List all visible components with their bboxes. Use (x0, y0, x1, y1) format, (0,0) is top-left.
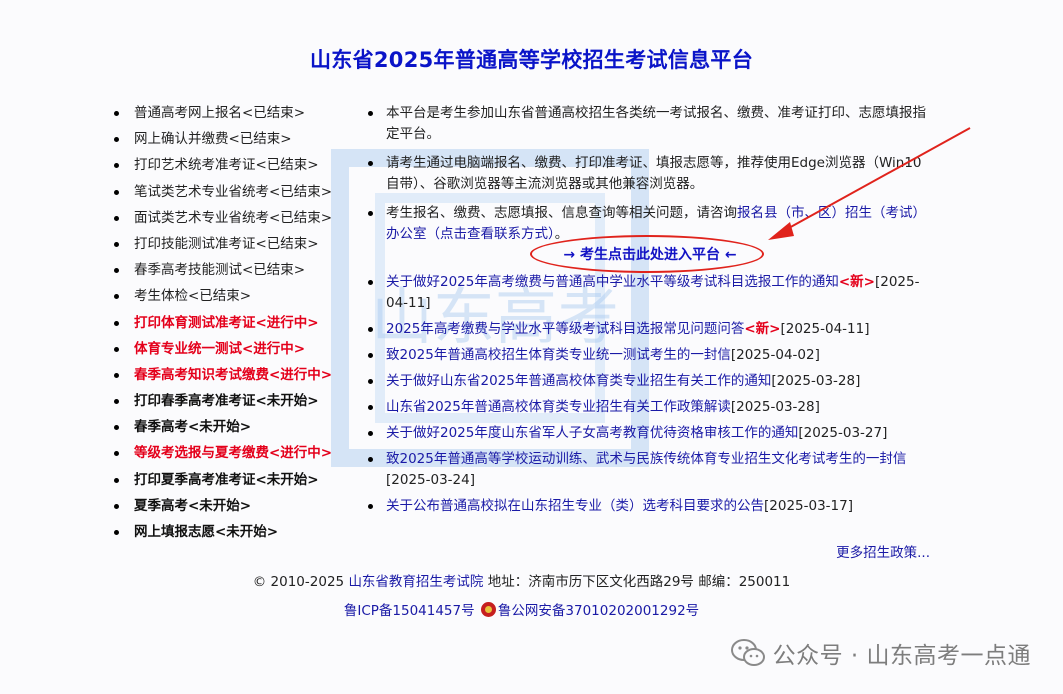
news-item: 关于公布普通高校拟在山东招生专业（类）选考科目要求的公告[2025-03-17] (364, 496, 934, 517)
copyright-text: © 2010-2025 (252, 574, 345, 590)
news-date: [2025-03-24] (386, 472, 475, 488)
process-menu: 普通高考网上报名<已结束> 网上确认并缴费<已结束> 打印艺术统考准考证<已结束> 笔… (112, 103, 362, 548)
police-record-link[interactable]: 鲁公网安备37010202001292号 (498, 603, 699, 619)
news-date: [2025-03-28] (771, 373, 861, 389)
news-item: 关于做好2025年度山东省军人子女高考教育优待资格审核工作的通知[2025-03… (364, 423, 934, 444)
annotation-arrow (768, 127, 971, 240)
news-link[interactable]: 山东省2025年普通高校体育类专业招生有关工作政策解读 (386, 399, 731, 415)
menu-item[interactable]: 打印艺术统考准考证<已结束> (112, 155, 362, 181)
menu-item[interactable]: 考生体检<已结束> (112, 286, 362, 312)
menu-item-label: 网上确认并缴费<已结束> (134, 131, 292, 148)
icp-link[interactable]: 鲁ICP备15041457号 (344, 603, 475, 619)
info-text-3: 考生报名、缴费、志愿填报、信息查询等相关问题，请咨询 (386, 205, 737, 221)
enter-platform-button[interactable]: → 考生点击此处进入平台 ← (540, 238, 760, 270)
menu-item[interactable]: 春季高考技能测试<已结束> (112, 260, 362, 286)
news-link[interactable]: 致2025年普通高等学校运动训练、武术与民族传统体育专业招生文化考试考生的一封信 (386, 451, 906, 467)
menu-item-label: 体育专业统一测试<进行中> (134, 340, 306, 357)
news-link[interactable]: 2025年高考缴费与学业水平等级考试科目选报常见问题问答 (386, 321, 744, 337)
menu-item-label: 普通高考网上报名<已结束> (134, 105, 306, 121)
menu-item[interactable]: 网上确认并缴费<已结束> (112, 129, 362, 155)
menu-item-label: 打印春季高考准考证<未开始> (134, 393, 319, 410)
menu-item[interactable]: 春季高考<未开始> (112, 417, 362, 443)
news-list: 关于做好2025年高考缴费与普通高中学业水平等级考试科目选报工作的通知<新>[2… (364, 272, 934, 522)
menu-item[interactable]: 夏季高考<未开始> (112, 496, 362, 522)
menu-item-label: 打印艺术统考准考证<已结束> (134, 157, 319, 174)
wechat-icon (730, 639, 765, 666)
news-link[interactable]: 关于做好2025年度山东省军人子女高考教育优待资格审核工作的通知 (386, 425, 798, 441)
news-date: [2025-04-11] (780, 321, 870, 337)
menu-item[interactable]: 打印体育测试准考证<进行中> (112, 313, 362, 339)
wechat-watermark: 公众号 · 山东高考一点通 (730, 636, 1031, 670)
news-item: 2025年高考缴费与学业水平等级考试科目选报常见问题问答<新>[2025-04-… (364, 319, 934, 340)
menu-item-label: 打印体育测试准考证<进行中> (134, 314, 319, 331)
menu-item-label: 春季高考知识考试缴费<进行中> (134, 366, 333, 383)
news-item: 致2025年普通高校招生体育类专业统一测试考生的一封信[2025-04-02] (364, 345, 934, 366)
menu-item[interactable]: 春季高考知识考试缴费<进行中> (112, 365, 362, 391)
footer-records: 鲁ICP备15041457号 鲁公网安备37010202001292号 (0, 599, 1043, 619)
menu-item[interactable]: 笔试类艺术专业省统考<已结束> (112, 182, 362, 208)
menu-item[interactable]: 网上填报志愿<未开始> (112, 522, 362, 548)
menu-item-label: 春季高考<未开始> (134, 419, 252, 436)
more-policies-link[interactable]: 更多招生政策... (836, 541, 930, 561)
menu-item-label: 打印技能测试准考证<已结束> (134, 235, 319, 252)
menu-item-label: 网上填报志愿<未开始> (134, 524, 279, 540)
menu-item[interactable]: 打印技能测试准考证<已结束> (112, 234, 362, 260)
menu-item[interactable]: 面试类艺术专业省统考<已结束> (112, 208, 362, 234)
news-link[interactable]: 关于做好山东省2025年普通高校体育类专业招生有关工作的通知 (386, 373, 771, 389)
news-date: [2025-04-02] (730, 347, 820, 363)
news-item: 关于做好2025年高考缴费与普通高中学业水平等级考试科目选报工作的通知<新>[2… (364, 272, 934, 314)
address-text: 地址：济南市历下区文化西路29号 邮编：250011 (487, 574, 791, 590)
news-item: 山东省2025年普通高校体育类专业招生有关工作政策解读[2025-03-28] (364, 397, 934, 418)
menu-item[interactable]: 普通高考网上报名<已结束> (112, 103, 362, 129)
new-badge: <新> (838, 274, 875, 290)
news-date: [2025-03-17] (764, 498, 853, 514)
menu-item-label: 夏季高考<未开始> (134, 497, 252, 514)
page-title: 山东省2025年普通高等学校招生考试信息平台 (309, 48, 754, 72)
menu-item-label: 等级考选报与夏考缴费<进行中> (134, 445, 333, 462)
news-item: 关于做好山东省2025年普通高校体育类专业招生有关工作的通知[2025-03-2… (364, 371, 934, 392)
news-date: [2025-03-27] (798, 425, 888, 441)
menu-item[interactable]: 体育专业统一测试<进行中> (112, 339, 362, 365)
news-link[interactable]: 关于做好2025年高考缴费与普通高中学业水平等级考试科目选报工作的通知 (386, 274, 839, 290)
menu-item-label: 打印夏季高考准考证<未开始> (134, 471, 319, 488)
news-item: 致2025年普通高等学校运动训练、武术与民族传统体育专业招生文化考试考生的一封信… (364, 449, 934, 491)
menu-item-label: 考生体检<已结束> (134, 288, 252, 305)
news-date: [2025-03-28] (730, 399, 820, 415)
news-link[interactable]: 关于公布普通高校拟在山东招生专业（类）选考科目要求的公告 (386, 498, 764, 514)
menu-item-label: 春季高考技能测试<已结束> (134, 262, 306, 279)
org-link[interactable]: 山东省教育招生考试院 (348, 574, 483, 590)
news-link[interactable]: 致2025年普通高校招生体育类专业统一测试考生的一封信 (386, 347, 731, 363)
menu-item[interactable]: 等级考选报与夏考缴费<进行中> (112, 443, 362, 469)
footer-copyright: © 2010-2025 山东省教育招生考试院 地址：济南市历下区文化西路29号 … (0, 570, 1043, 590)
wechat-account-text: 公众号 · 山东高考一点通 (772, 643, 1031, 669)
menu-item[interactable]: 打印夏季高考准考证<未开始> (112, 470, 362, 496)
menu-item[interactable]: 打印春季高考准考证<未开始> (112, 391, 362, 417)
menu-item-label: 笔试类艺术专业省统考<已结束> (134, 183, 333, 200)
menu-item-label: 面试类艺术专业省统考<已结束> (134, 209, 333, 226)
police-badge-icon (480, 602, 496, 617)
new-badge: <新> (744, 321, 781, 337)
